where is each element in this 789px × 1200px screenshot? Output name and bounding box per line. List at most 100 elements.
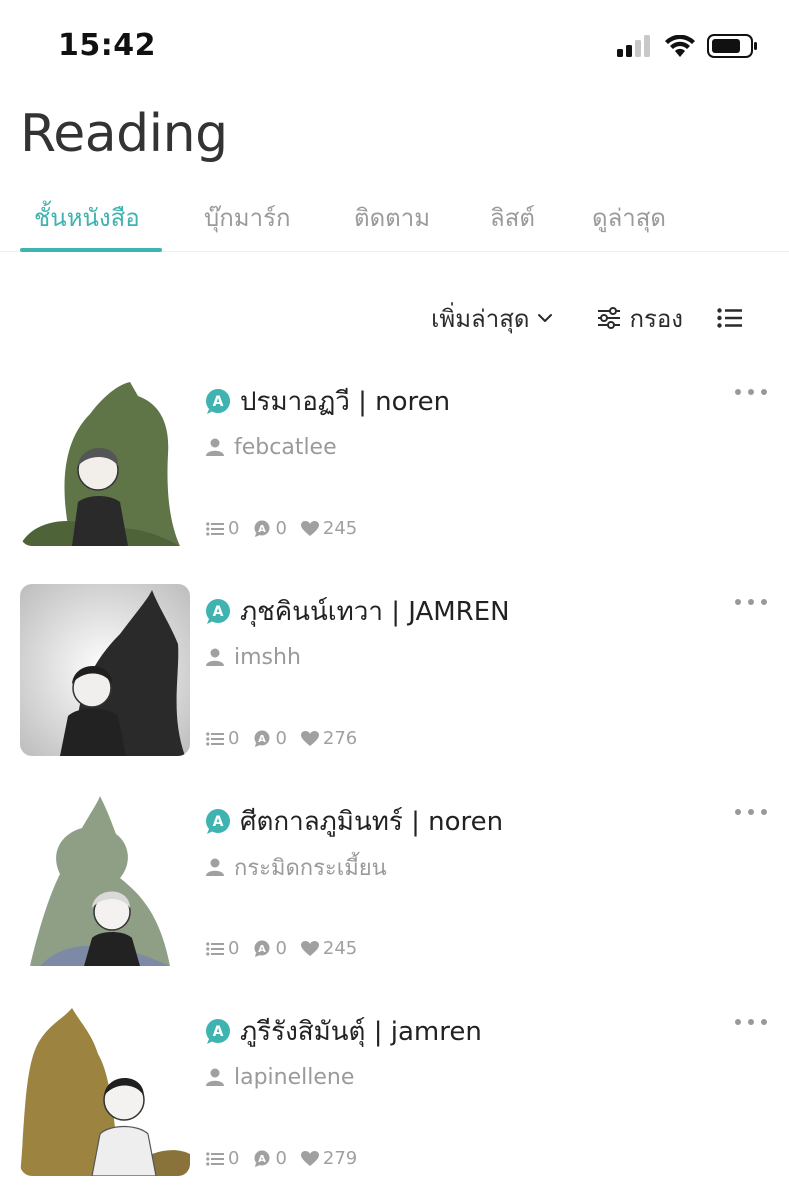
book-stats: 0 A 0 276 <box>206 728 371 749</box>
book-title[interactable]: ปรมาอฏวี | noren <box>240 381 450 422</box>
shelf-toolbar: เพิ่มล่าสุด กรอง <box>431 298 743 338</box>
list-view-icon <box>717 308 742 328</box>
page-title: Reading <box>20 104 228 164</box>
list-count-value: 0 <box>228 518 240 539</box>
book-item[interactable]: A ศีตกาลภูมินทร์ | noren กระมิดกระเมี้ยน… <box>0 790 789 1000</box>
book-cover-image <box>20 374 190 546</box>
svg-text:A: A <box>259 1154 267 1165</box>
book-author[interactable]: febcatlee <box>234 435 337 460</box>
wifi-icon <box>665 35 695 57</box>
filter-button[interactable]: กรอง <box>597 299 683 338</box>
book-info: A ภุชคินน์เทวา | JAMREN imshh <box>204 592 729 672</box>
svg-text:A: A <box>213 604 224 620</box>
tab-bar: ชั้นหนังสือ บุ๊กมาร์ก ติดตาม ลิสต์ ดูล่า… <box>0 180 789 252</box>
a-badge-icon: A <box>206 599 230 624</box>
book-item[interactable]: A ภุชคินน์เทวา | JAMREN imshh 0 A 0 276 <box>0 580 789 790</box>
list-icon <box>206 521 224 536</box>
like-count: 276 <box>300 728 358 749</box>
sort-label: เพิ่มล่าสุด <box>431 304 530 333</box>
svg-text:A: A <box>213 394 224 410</box>
tab-bookmarks[interactable]: บุ๊กมาร์ก <box>204 198 290 237</box>
list-count: 0 <box>206 728 239 749</box>
more-dots-icon[interactable] <box>735 802 767 822</box>
comment-icon: A <box>254 940 270 957</box>
book-cover[interactable] <box>20 794 190 966</box>
list-count: 0 <box>206 1148 239 1169</box>
a-badge-icon: A <box>206 809 230 834</box>
active-tab-indicator <box>20 248 162 252</box>
signal-icon <box>617 35 650 57</box>
person-icon <box>206 858 224 876</box>
comment-count: A 0 <box>253 1148 287 1169</box>
status-time: 15:42 <box>58 28 156 63</box>
book-author[interactable]: lapinellene <box>234 1065 354 1090</box>
book-author[interactable]: กระมิดกระเมี้ยน <box>234 850 387 885</box>
svg-text:A: A <box>213 814 224 830</box>
book-author[interactable]: imshh <box>234 645 301 670</box>
book-cover-image <box>20 584 190 756</box>
book-cover[interactable] <box>20 584 190 756</box>
battery-icon <box>707 34 757 58</box>
list-count-value: 0 <box>228 938 240 959</box>
like-count-value: 279 <box>322 1148 358 1169</box>
more-dots-icon[interactable] <box>735 382 767 402</box>
book-stats: 0 A 0 245 <box>206 938 371 959</box>
like-count-value: 245 <box>322 518 358 539</box>
book-title[interactable]: ภูรีรังสิมันตุ์ | jamren <box>240 1011 482 1052</box>
like-count: 279 <box>300 1148 358 1169</box>
list-count-value: 0 <box>228 1148 240 1169</box>
list-icon <box>206 1151 224 1166</box>
book-stats: 0 A 0 245 <box>206 518 371 539</box>
svg-text:A: A <box>259 944 267 955</box>
comment-count: A 0 <box>253 938 287 959</box>
chevron-down-icon <box>538 314 553 322</box>
list-count-value: 0 <box>228 728 240 749</box>
status-icons <box>617 34 759 58</box>
list-count: 0 <box>206 518 239 539</box>
comment-count-value: 0 <box>275 1148 287 1169</box>
list-icon <box>206 941 224 956</box>
book-info: A ศีตกาลภูมินทร์ | noren กระมิดกระเมี้ยน <box>204 802 729 882</box>
like-count-value: 276 <box>322 728 358 749</box>
tab-bookshelf[interactable]: ชั้นหนังสือ <box>34 198 140 237</box>
list-count: 0 <box>206 938 239 959</box>
like-count: 245 <box>300 518 358 539</box>
filter-label: กรอง <box>629 304 683 333</box>
comment-count-value: 0 <box>275 518 287 539</box>
more-dots-icon[interactable] <box>735 1012 767 1032</box>
book-item[interactable]: A ภูรีรังสิมันตุ์ | jamren lapinellene 0… <box>0 1000 789 1200</box>
svg-text:A: A <box>259 734 267 745</box>
svg-text:A: A <box>213 1024 224 1040</box>
heart-icon <box>300 940 319 956</box>
comment-icon: A <box>254 1150 270 1167</box>
comment-count: A 0 <box>253 728 287 749</box>
comment-count-value: 0 <box>275 938 287 959</box>
book-title[interactable]: ภุชคินน์เทวา | JAMREN <box>240 591 510 632</box>
a-badge-icon: A <box>206 389 230 414</box>
book-list: A ปรมาอฏวี | noren febcatlee 0 A 0 245 A… <box>0 370 789 1200</box>
book-cover[interactable] <box>20 374 190 546</box>
sliders-icon <box>598 307 621 329</box>
heart-icon <box>300 1150 319 1166</box>
like-count-value: 245 <box>322 938 358 959</box>
comment-icon: A <box>254 730 270 747</box>
book-cover-image <box>20 1004 190 1176</box>
person-icon <box>206 438 224 456</box>
tab-following[interactable]: ติดตาม <box>354 198 430 237</box>
svg-text:A: A <box>259 524 267 535</box>
comment-count: A 0 <box>253 518 287 539</box>
book-title[interactable]: ศีตกาลภูมินทร์ | noren <box>240 801 503 842</box>
tab-recent[interactable]: ดูล่าสุด <box>592 198 666 237</box>
book-cover-image <box>20 794 190 966</box>
list-view-button[interactable] <box>717 308 743 328</box>
book-info: A ปรมาอฏวี | noren febcatlee <box>204 382 729 462</box>
book-cover[interactable] <box>20 1004 190 1176</box>
more-dots-icon[interactable] <box>735 592 767 612</box>
sort-button[interactable]: เพิ่มล่าสุด <box>431 299 553 338</box>
book-item[interactable]: A ปรมาอฏวี | noren febcatlee 0 A 0 245 <box>0 370 789 580</box>
like-count: 245 <box>300 938 358 959</box>
tab-lists[interactable]: ลิสต์ <box>490 198 535 237</box>
a-badge-icon: A <box>206 1019 230 1044</box>
book-info: A ภูรีรังสิมันตุ์ | jamren lapinellene <box>204 1012 729 1092</box>
comment-icon: A <box>254 520 270 537</box>
